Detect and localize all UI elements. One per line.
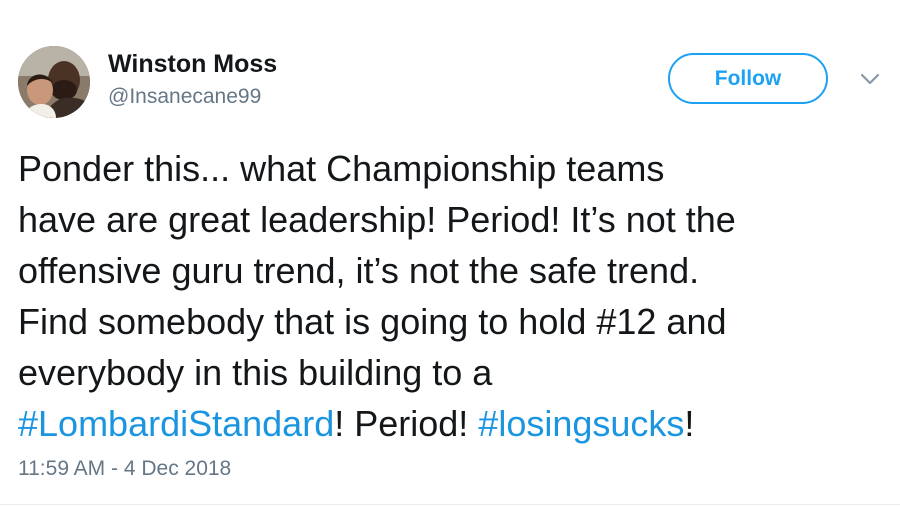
- tweet-text-fragment: ! Period!: [334, 403, 479, 444]
- tweet-text-line: offensive guru trend, it’s not the safe …: [18, 250, 700, 291]
- chevron-down-icon[interactable]: [858, 70, 882, 88]
- tweet-text: Ponder this... what Championship teams h…: [18, 143, 888, 449]
- display-name[interactable]: Winston Moss: [108, 50, 277, 79]
- tweet-text-line: everybody in this building to a: [18, 352, 493, 393]
- tweet-text-line: Ponder this... what Championship teams: [18, 148, 665, 189]
- profile-photo-icon: [18, 46, 90, 118]
- hashtag-link[interactable]: #LombardiStandard: [18, 403, 334, 444]
- tweet-timestamp[interactable]: 11:59 AM - 4 Dec 2018: [18, 457, 231, 481]
- tweet-text-last-line: #LombardiStandard! Period! #losingsucks!: [18, 398, 888, 449]
- hashtag-link[interactable]: #losingsucks: [478, 403, 684, 444]
- tweet-text-fragment: !: [684, 403, 695, 444]
- tweet-card: Winston Moss @Insanecane99 Follow Ponder…: [0, 0, 900, 507]
- divider: [0, 504, 900, 505]
- follow-button[interactable]: Follow: [668, 53, 828, 104]
- avatar[interactable]: [18, 46, 90, 118]
- tweet-text-line: Find somebody that is going to hold #12 …: [18, 301, 727, 342]
- user-handle[interactable]: @Insanecane99: [108, 85, 261, 109]
- tweet-text-line: have are great leadership! Period! It’s …: [18, 199, 736, 240]
